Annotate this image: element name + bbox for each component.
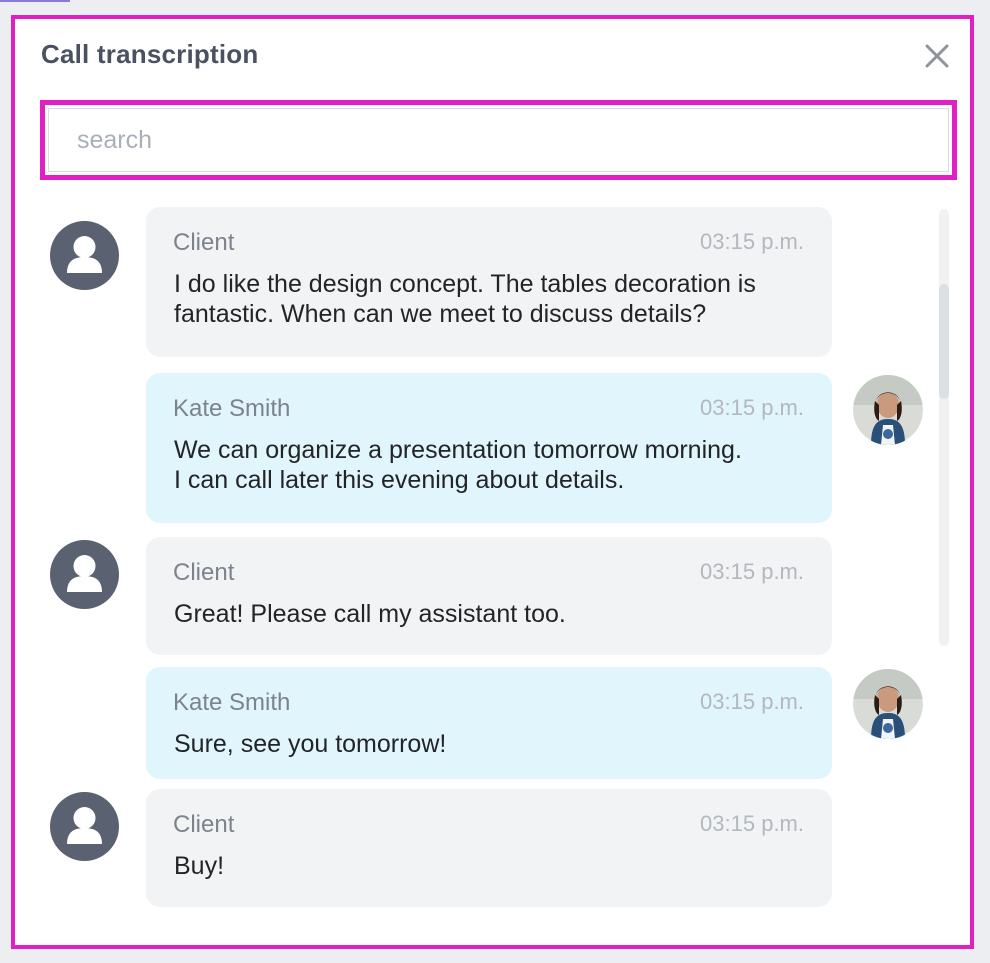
message-bubble-agent: Kate Smith 03:15 p.m. We can organize a … — [146, 373, 832, 523]
message-speaker: Kate Smith — [173, 395, 291, 422]
message-bubble-agent: Kate Smith 03:15 p.m. Sure, see you tomo… — [146, 667, 832, 779]
message-time: 03:15 p.m. — [700, 689, 804, 714]
client-avatar — [50, 221, 119, 290]
search-input[interactable] — [48, 108, 949, 172]
client-avatar — [50, 540, 119, 609]
user-silhouette-icon — [67, 555, 102, 592]
message-text: Great! Please call my assistant too. — [174, 600, 566, 628]
user-silhouette-icon — [67, 807, 102, 844]
scrollbar-thumb[interactable] — [939, 284, 949, 399]
user-silhouette-icon — [67, 236, 102, 273]
message-speaker: Client — [173, 229, 235, 256]
message-speaker: Kate Smith — [173, 689, 291, 716]
scrollbar[interactable] — [939, 209, 949, 646]
message-time: 03:15 p.m. — [700, 559, 804, 584]
message-text: I do like the design concept. The tables… — [174, 270, 756, 328]
top-accent-bar — [0, 0, 70, 2]
message-bubble-client: Client 03:15 p.m. Buy! — [146, 789, 832, 907]
message-time: 03:15 p.m. — [700, 811, 804, 836]
message-speaker: Client — [173, 811, 235, 838]
call-transcription-dialog: Call transcription Client 03:15 p.m. I d… — [11, 15, 974, 949]
message-text: Buy! — [174, 852, 225, 880]
transcript-list: Client 03:15 p.m. I do like the design c… — [15, 207, 970, 927]
message-text: Sure, see you tomorrow! — [174, 730, 447, 758]
agent-avatar — [853, 375, 923, 445]
message-bubble-client: Client 03:15 p.m. Great! Please call my … — [146, 537, 832, 655]
dialog-title: Call transcription — [41, 39, 259, 69]
agent-avatar — [853, 669, 923, 739]
close-icon — [925, 44, 949, 68]
message-time: 03:15 p.m. — [700, 229, 804, 254]
agent-photo-avatar — [853, 669, 923, 739]
search-field-highlight — [40, 100, 957, 180]
message-text: We can organize a presentation tomorrow … — [174, 436, 742, 494]
message-speaker: Client — [173, 559, 235, 586]
message-bubble-client: Client 03:15 p.m. I do like the design c… — [146, 207, 832, 357]
message-time: 03:15 p.m. — [700, 395, 804, 420]
client-avatar — [50, 792, 119, 861]
agent-photo-avatar — [853, 375, 923, 445]
close-button[interactable] — [922, 41, 952, 71]
